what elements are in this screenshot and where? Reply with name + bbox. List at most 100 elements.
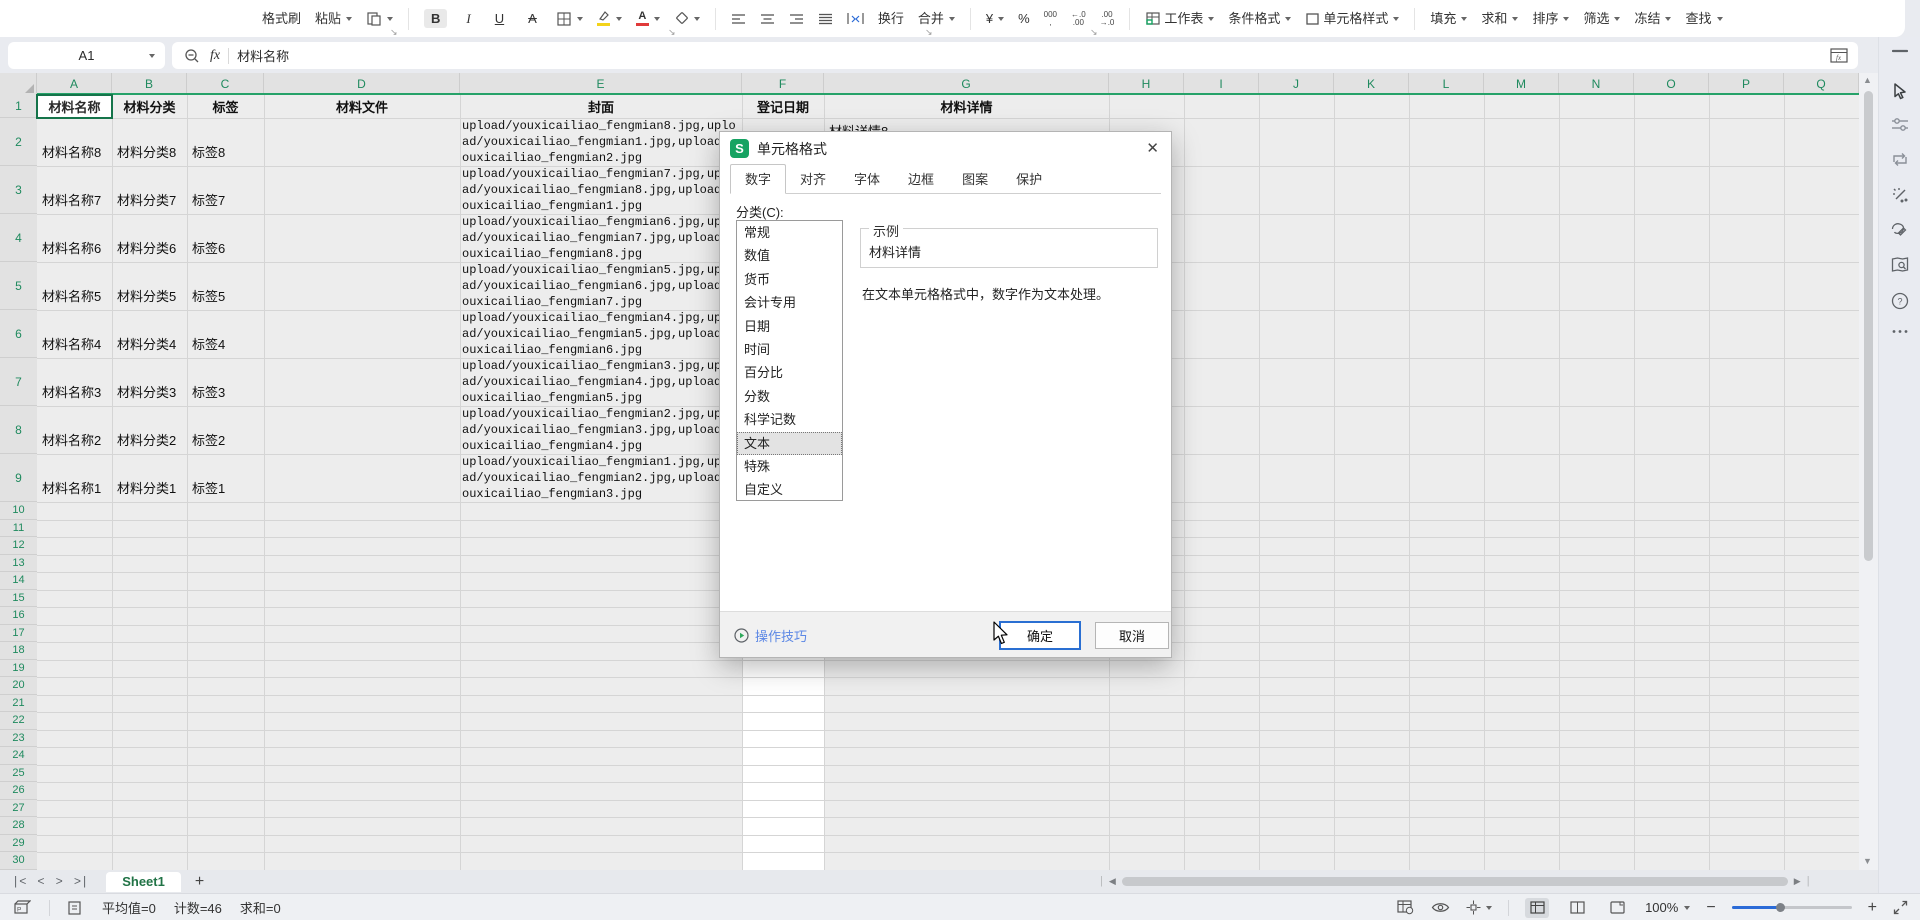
- page-break-view-button[interactable]: [1605, 898, 1629, 918]
- increase-decimal-button[interactable]: ←.0.00: [1071, 11, 1086, 27]
- row-header-8[interactable]: 8: [0, 406, 37, 454]
- merge-cells-button[interactable]: 合并: [918, 12, 955, 25]
- cell-B2[interactable]: 材料分类8: [112, 118, 187, 166]
- group-expand-icon[interactable]: ↘: [1090, 27, 1098, 38]
- freeze-button[interactable]: 冻结: [1634, 12, 1671, 25]
- cell-E3[interactable]: upload/youxicailiao_fengmian7.jpg,upload…: [460, 166, 742, 214]
- cell-C5[interactable]: 标签5: [187, 262, 264, 310]
- row-header-13[interactable]: 13: [0, 555, 37, 573]
- find-button[interactable]: 查找: [1685, 12, 1722, 25]
- column-header-M[interactable]: M: [1484, 73, 1559, 95]
- row-header-15[interactable]: 15: [0, 590, 37, 608]
- zoom-out-button[interactable]: −: [1706, 899, 1715, 917]
- cell-B8[interactable]: 材料分类2: [112, 406, 187, 454]
- column-header-A[interactable]: A: [37, 73, 112, 95]
- row-header-29[interactable]: 29: [0, 835, 37, 853]
- filter-button[interactable]: 筛选: [1583, 12, 1620, 25]
- strikethrough-button[interactable]: A: [523, 9, 542, 28]
- category-item-自定义[interactable]: 自定义: [737, 478, 842, 501]
- move-anchor-button[interactable]: [1466, 900, 1492, 915]
- copy-button[interactable]: [366, 11, 393, 27]
- signature-ink-icon[interactable]: [1890, 221, 1909, 239]
- cell-E6[interactable]: upload/youxicailiao_fengmian4.jpg,upload…: [460, 310, 742, 358]
- row-header-26[interactable]: 26: [0, 782, 37, 800]
- formula-bar[interactable]: fx 材料名称 fx: [172, 42, 1858, 69]
- insert-function-icon[interactable]: fx: [210, 48, 220, 64]
- cell-C4[interactable]: 标签6: [187, 214, 264, 262]
- row-header-3[interactable]: 3: [0, 166, 37, 214]
- cell-E4[interactable]: upload/youxicailiao_fengmian6.jpg,upload…: [460, 214, 742, 262]
- cell-D1[interactable]: 材料文件: [264, 95, 460, 118]
- row-header-11[interactable]: 11: [0, 520, 37, 538]
- book-search-icon[interactable]: [1890, 256, 1909, 274]
- sliders-icon[interactable]: [1891, 117, 1909, 133]
- category-item-常规[interactable]: 常规: [737, 221, 842, 244]
- clear-format-button[interactable]: [674, 12, 700, 26]
- group-expand-icon[interactable]: ↘: [668, 27, 676, 38]
- cell-E5[interactable]: upload/youxicailiao_fengmian5.jpg,upload…: [460, 262, 742, 310]
- fill-button[interactable]: 填充: [1430, 12, 1467, 25]
- cell-B4[interactable]: 材料分类6: [112, 214, 187, 262]
- justify-button[interactable]: [818, 13, 833, 25]
- font-color-button[interactable]: A: [636, 11, 660, 26]
- cell-B6[interactable]: 材料分类4: [112, 310, 187, 358]
- category-item-百分比[interactable]: 百分比: [737, 361, 842, 384]
- row-header-24[interactable]: 24: [0, 747, 37, 765]
- column-header-P[interactable]: P: [1709, 73, 1784, 95]
- column-header-C[interactable]: C: [187, 73, 264, 95]
- category-item-数值[interactable]: 数值: [737, 244, 842, 267]
- ok-button[interactable]: 确定: [999, 621, 1081, 650]
- last-sheet-button[interactable]: >|: [74, 875, 88, 889]
- cell-B3[interactable]: 材料分类7: [112, 166, 187, 214]
- horizontal-scrollbar[interactable]: | ◀ ▶ |: [1100, 875, 1810, 887]
- row-header-17[interactable]: 17: [0, 625, 37, 643]
- wrap-text-button[interactable]: 换行: [878, 12, 904, 25]
- row-header-6[interactable]: 6: [0, 310, 37, 358]
- row-header-14[interactable]: 14: [0, 572, 37, 590]
- thousands-separator-button[interactable]: 000,: [1044, 11, 1057, 27]
- sum-button[interactable]: 求和: [1481, 12, 1518, 25]
- cell-B7[interactable]: 材料分类3: [112, 358, 187, 406]
- page-layout-view-button[interactable]: [1565, 898, 1589, 918]
- cell-style-button[interactable]: 单元格样式: [1305, 12, 1399, 26]
- worksheet-button[interactable]: 工作表: [1145, 11, 1214, 26]
- first-sheet-button[interactable]: |<: [12, 875, 26, 889]
- row-header-19[interactable]: 19: [0, 660, 37, 678]
- cell-B9[interactable]: 材料分类1: [112, 454, 187, 502]
- cell-B1[interactable]: 材料分类: [112, 95, 187, 118]
- tips-link[interactable]: 操作技巧: [734, 626, 807, 645]
- row-header-18[interactable]: 18: [0, 642, 37, 660]
- next-sheet-button[interactable]: >: [56, 875, 63, 889]
- row-header-25[interactable]: 25: [0, 765, 37, 783]
- row-header-2[interactable]: 2: [0, 118, 37, 166]
- column-header-E[interactable]: E: [460, 73, 742, 95]
- currency-format-button[interactable]: ¥: [986, 12, 1004, 25]
- column-header-B[interactable]: B: [112, 73, 187, 95]
- minimize-icon[interactable]: [1892, 49, 1908, 53]
- sheet-tab[interactable]: Sheet1: [106, 872, 181, 892]
- decrease-decimal-button[interactable]: .00→.0: [1100, 11, 1115, 27]
- cell-A4[interactable]: 材料名称6: [37, 214, 112, 262]
- cell-B5[interactable]: 材料分类5: [112, 262, 187, 310]
- macro-record-icon[interactable]: P: [14, 900, 31, 915]
- dialog-tab-数字[interactable]: 数字: [730, 164, 786, 194]
- cell-E1[interactable]: 封面: [460, 95, 742, 118]
- category-item-分数[interactable]: 分数: [737, 385, 842, 408]
- cell-C9[interactable]: 标签1: [187, 454, 264, 502]
- help-icon[interactable]: ?: [1891, 292, 1909, 310]
- align-right-button[interactable]: [789, 13, 804, 25]
- column-header-G[interactable]: G: [824, 73, 1109, 95]
- column-header-D[interactable]: D: [264, 73, 460, 95]
- row-header-28[interactable]: 28: [0, 817, 37, 835]
- sort-button[interactable]: 排序: [1532, 12, 1569, 25]
- underline-button[interactable]: U: [490, 9, 509, 28]
- row-header-16[interactable]: 16: [0, 607, 37, 625]
- category-item-科学记数[interactable]: 科学记数: [737, 408, 842, 431]
- category-item-文本[interactable]: 文本: [737, 432, 842, 455]
- category-listbox[interactable]: 常规数值货币会计专用日期时间百分比分数科学记数文本特殊自定义: [736, 220, 843, 501]
- text-orientation-button[interactable]: [847, 12, 864, 25]
- borders-button[interactable]: [556, 11, 583, 27]
- column-header-H[interactable]: H: [1109, 73, 1184, 95]
- outline-icon[interactable]: [68, 901, 84, 915]
- cell-E8[interactable]: upload/youxicailiao_fengmian2.jpg,upload…: [460, 406, 742, 454]
